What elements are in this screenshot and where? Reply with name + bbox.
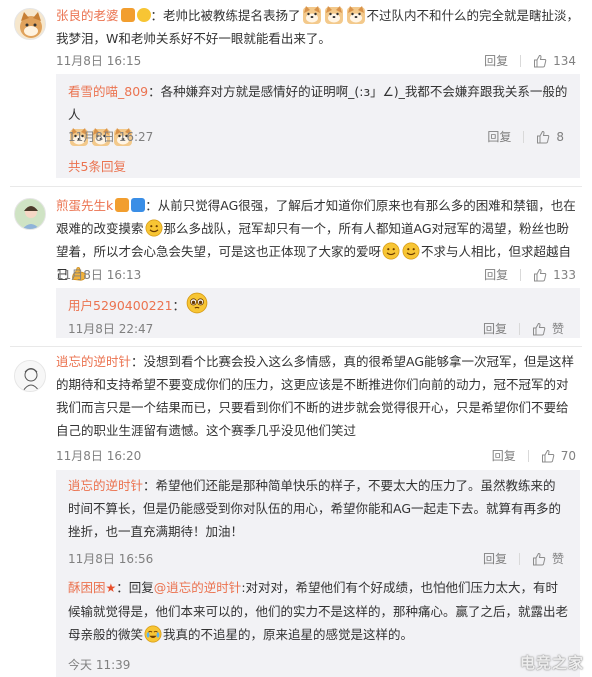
reply-actions: 回复 8 <box>487 128 564 145</box>
username-link[interactable]: 酥困困 <box>68 580 106 595</box>
reply-content: ： <box>172 298 186 313</box>
avatar[interactable] <box>14 198 46 230</box>
divider <box>518 552 520 565</box>
divider <box>518 322 520 335</box>
divider <box>520 54 522 67</box>
username-link[interactable]: 煎蛋先生k <box>56 198 113 213</box>
comment-time: 11月8日 16:13 <box>56 268 142 282</box>
avatar[interactable] <box>14 360 46 392</box>
comment-content: ：老帅比被教练提名表扬了 <box>150 8 301 23</box>
cry-laugh-emoji-icon <box>144 625 162 643</box>
like-label[interactable]: 赞 <box>552 320 564 337</box>
divider <box>523 130 525 143</box>
star-badge-icon: ★ <box>105 581 117 595</box>
comment-actions: 回复 134 <box>484 52 576 69</box>
reply-button[interactable]: 回复 <box>484 52 508 69</box>
shiba-dog-emoji-icon <box>324 5 344 25</box>
reply-item: 用户5290400221： <box>68 292 568 317</box>
divider <box>527 449 529 462</box>
comment-text: 张良的老婆 ：老帅比被教练提名表扬了 不过队内不和什么的完全就是瞎扯淡，我梦泪，W和… <box>56 4 580 50</box>
username-link[interactable]: 张良的老婆 <box>56 8 119 23</box>
like-count[interactable]: 70 <box>561 449 576 463</box>
reply-time: 11月8日 16:56 <box>68 552 154 566</box>
like-count[interactable]: 133 <box>553 268 576 282</box>
level-badge-icon <box>136 8 151 22</box>
shy-emoji-icon <box>382 242 400 260</box>
watermark-logo: 电竞之家 <box>519 654 584 672</box>
like-count[interactable]: 8 <box>556 130 564 144</box>
comment-content: ：没想到看个比赛会投入这么多情感，真的很希望AG能够拿一次冠军，但是这样的期待和… <box>56 354 575 438</box>
reply-text: 逍忘的逆时针：希望他们还能是那种简单快乐的样子，不要太大的压力了。虽然教练来的时… <box>68 474 568 543</box>
username-link[interactable]: 逍忘的逆时针 <box>56 354 131 369</box>
username-link[interactable]: 用户5290400221 <box>68 298 173 313</box>
comment-actions: 回复 70 <box>492 447 576 464</box>
sweat-emoji-icon <box>145 219 163 237</box>
reply-text: 酥困困★：回复@逍忘的逆时针:对对对，希望他们有个好成绩，也怕他们压力太大，有时… <box>68 576 568 646</box>
divider <box>10 186 582 187</box>
thumbs-up-icon[interactable] <box>532 552 546 566</box>
comment-item: 逍忘的逆时针：没想到看个比赛会投入这么多情感，真的很希望AG能够拿一次冠军，但是… <box>0 348 592 677</box>
username-link[interactable]: 逍忘的逆时针 <box>68 478 143 493</box>
pleading-emoji-icon <box>186 292 208 314</box>
thumbs-up-icon[interactable] <box>533 54 547 68</box>
reply-actions: 回复 赞 <box>483 550 564 567</box>
avatar[interactable] <box>14 8 46 40</box>
reply-item: 酥困困★：回复@逍忘的逆时针:对对对，希望他们有个好成绩，也怕他们压力太大，有时… <box>68 576 568 646</box>
mention-link[interactable]: @逍忘的逆时针 <box>154 580 242 595</box>
like-label[interactable]: 赞 <box>552 550 564 567</box>
reply-panel: 逍忘的逆时针：希望他们还能是那种简单快乐的样子，不要太大的压力了。虽然教练来的时… <box>56 470 580 677</box>
reply-actions: 回复 赞 <box>483 320 564 337</box>
thumbs-up-icon[interactable] <box>532 322 546 336</box>
shiba-dog-emoji-icon <box>346 5 366 25</box>
reply-item: 逍忘的逆时针：希望他们还能是那种简单快乐的样子，不要太大的压力了。虽然教练来的时… <box>68 474 568 543</box>
vip-badge-icon <box>120 8 135 22</box>
comment-item: 张良的老婆 ：老帅比被教练提名表扬了 不过队内不和什么的完全就是瞎扯淡，我梦泪，W和… <box>0 0 592 178</box>
reply-content: ：回复 <box>116 580 154 595</box>
reply-text: 看雪的喵_809：各种嫌弃对方就是感情好的证明啊_(:з」∠)_我都不会嫌弃跟我… <box>68 80 568 126</box>
reply-button[interactable]: 回复 <box>492 447 516 464</box>
divider <box>520 268 522 281</box>
divider <box>10 346 582 347</box>
reply-button[interactable]: 回复 <box>487 128 511 145</box>
thumbs-up-icon[interactable] <box>536 130 550 144</box>
vip-badge-icon <box>115 198 130 212</box>
reply-button[interactable]: 回复 <box>483 320 507 337</box>
reply-time: 今天 11:39 <box>68 658 131 672</box>
thumbs-up-icon[interactable] <box>533 268 547 282</box>
thumbs-up-icon[interactable] <box>541 449 555 463</box>
reply-button[interactable]: 回复 <box>484 266 508 283</box>
reply-panel: 看雪的喵_809：各种嫌弃对方就是感情好的证明啊_(:з」∠)_我都不会嫌弃跟我… <box>56 74 580 178</box>
reply-panel: 用户5290400221： 11月8日 22:47 回复 赞 <box>56 288 580 338</box>
level-badge-icon <box>131 198 146 212</box>
comment-actions: 回复 133 <box>484 266 576 283</box>
comment-time: 11月8日 16:15 <box>56 54 142 68</box>
shy-emoji-icon <box>402 242 420 260</box>
comment-time: 11月8日 16:20 <box>56 449 142 463</box>
like-count[interactable]: 134 <box>553 54 576 68</box>
reply-button[interactable]: 回复 <box>483 550 507 567</box>
reply-time: 11月8日 16:27 <box>68 130 154 144</box>
reply-content: 我真的不追星的，原来追星的感觉是这样的。 <box>163 627 414 642</box>
reply-text: 用户5290400221： <box>68 292 568 317</box>
reply-time: 11月8日 22:47 <box>68 322 154 336</box>
comment-item: 煎蛋先生k ：从前只觉得AG很强，了解后才知道你们原来也有那么多的困难和禁锢，也在… <box>0 188 592 346</box>
comment-text: 逍忘的逆时针：没想到看个比赛会投入这么多情感，真的很希望AG能够拿一次冠军，但是… <box>56 350 580 442</box>
more-replies-link[interactable]: 共5条回复 <box>68 156 126 175</box>
username-link[interactable]: 看雪的喵_809 <box>68 84 148 99</box>
shiba-dog-emoji-icon <box>302 5 322 25</box>
